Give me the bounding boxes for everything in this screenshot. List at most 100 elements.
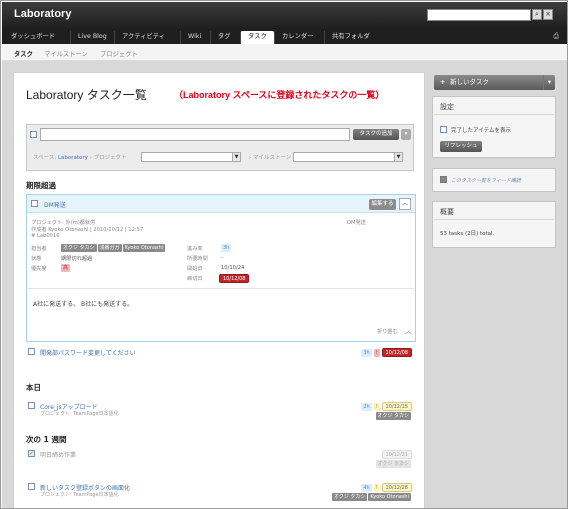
task-created: 作成者 Kyoko Otonashi | 2010/10/12 | 12:57 [31,227,144,233]
add-task-button[interactable]: タスクの追加 [353,129,399,140]
print-icon[interactable]: ⎙ [553,32,559,41]
priority-badge: ! [373,349,380,357]
plus-icon: + [440,78,446,86]
subnav-projects[interactable]: プロジェクト [100,49,138,58]
nav-activity[interactable]: アクティビティ [114,31,172,44]
feed-panel: このタスク一覧をフィード購読 [432,168,556,192]
assignee-tag[interactable]: 浅番ガガ [97,244,122,252]
task-checkbox[interactable] [28,348,35,355]
due-badge: 10/12/15 [381,402,412,411]
start-value: 10/10/24 [221,265,245,271]
nav-live-blog[interactable]: Live Blog [70,31,114,44]
edit-button[interactable]: 編集する [369,199,396,210]
summary-text: 53 tasks (2日) total. [440,231,495,237]
nav-shared-folder[interactable]: 共有フォルダ [324,31,377,44]
nav-dashboard[interactable]: ダッシュボード [4,31,62,44]
subnav-milestones[interactable]: マイルストーン [44,49,88,58]
new-task-checkbox[interactable] [30,131,37,138]
owner-tag[interactable]: オクジ タカシ [375,412,411,420]
task-row: Core_jsアップロード プロジェクト: TeamPage日本語化 2h ! … [26,402,416,426]
search-icon[interactable]: ⌕ [532,9,542,20]
project-label: プロジェクト [93,155,127,161]
task-badges: 2h ! 10/12/15 [361,402,412,411]
status-value: 期限切れ超過 [61,256,93,262]
task-right-title: DM発送 [347,220,366,226]
collapse-icon[interactable]: ︿ [399,198,411,210]
sub-nav: タスク マイルストーン プロジェクト [2,44,567,61]
space-value[interactable]: Laboratory [58,155,88,161]
estimate-label: 所要時間 [187,256,208,262]
progress-badge: 3h [221,244,232,252]
due-badge: 10/12/21 [381,450,412,459]
new-task-input[interactable] [40,128,350,141]
top-header: Laboratory ⌕ × [2,2,567,29]
chevron-down-icon[interactable]: ▾ [543,75,555,90]
feed-icon [440,176,447,183]
expanded-task: DM発送 編集する ︿ プロジェクト: 外(m)都就労 作成者 Kyoko Ot… [26,194,416,342]
milestone-select[interactable]: ▼ [293,152,403,162]
project-select[interactable]: ▼ [141,152,241,162]
priority-label: 優先度 [31,266,47,272]
new-task-button[interactable]: + 新しいタスク ▾ [434,75,555,90]
milestone-label: マイルストーン [252,155,292,161]
nav-wiki[interactable]: Wiki [180,31,208,44]
section-next-week: 次の 1 週間 [26,435,67,444]
due-badge: 10/12/08 [381,348,412,357]
assignee-tag[interactable]: オクジ タカシ [61,244,97,252]
main-nav: ダッシュボード Live Blog アクティビティ Wiki タグ タスク カレ… [2,29,567,44]
section-today: 本日 [26,383,41,392]
page-subtitle: （Laboratory スペースに登録されたタスクの一覧） [174,90,385,100]
chevron-down-icon[interactable]: ▾ [401,129,411,140]
refresh-button[interactable]: リフレッシュ [440,141,482,152]
task-row: 新しいタスク登録ボタンの画面化 プロジェクト: TeamPage日本語化 4h … [26,483,416,507]
subnav-tasks[interactable]: タスク [14,49,33,58]
hours-badge: 2h [361,403,372,411]
app-frame: Laboratory ⌕ × ダッシュボード Live Blog アクティビティ… [0,0,568,509]
task-id: # Lab0016 [31,233,60,239]
status-label: 状態 [31,256,42,262]
task-checkbox[interactable] [31,200,38,207]
feed-link[interactable]: このタスク一覧をフィード購読 [451,177,521,184]
task-row: ✓ 明日締め作業 10/12/21 オクジ タカシ [26,450,416,474]
task-title-link[interactable]: DM発送 [44,200,66,209]
close-icon[interactable]: × [543,9,553,20]
summary-title: 概要 [440,208,454,216]
nav-calendar[interactable]: カレンダー [274,31,320,44]
assignee-label: 担当者 [31,246,47,252]
hours-badge: 4h [361,484,372,492]
task-project: プロジェクト: TeamPage日本語化 [40,411,119,417]
show-completed-label: 完了したアイテムを表示 [451,128,511,134]
task-title-link[interactable]: 開発部パスワード変更してください [40,348,136,357]
priority-badge: ! [373,484,380,492]
task-project: プロジェクト: 外(m)都就労 [31,220,96,226]
owner-tag[interactable]: Kyoko Otonashi [368,493,411,501]
search-input[interactable] [427,9,531,21]
summary-panel: 概要 53 tasks (2日) total. [432,201,556,248]
task-checkbox[interactable] [28,402,35,409]
chevron-up-icon[interactable]: ︿ [405,326,412,336]
task-checkbox-checked[interactable]: ✓ [28,450,35,457]
task-project: プロジェクト: TeamPage日本語化 [40,492,119,498]
task-title[interactable]: 明日締め作業 [40,450,76,459]
new-task-label: 新しいタスク [450,78,489,86]
nav-tags[interactable]: タグ [210,31,238,44]
task-badges: 4h ! 10/12/28 [361,483,412,492]
nav-tasks[interactable]: タスク [240,31,274,44]
task-body: A社に発送する。 B社にも発送する。 [33,301,134,308]
owner-tag[interactable]: オクジ タカシ [331,493,368,501]
task-checkbox[interactable] [28,483,35,490]
owner-tag[interactable]: オクジ タカシ [375,460,411,468]
assignee-tag[interactable]: Kyoko Otonashi [122,244,166,252]
collapse-link[interactable]: 折り畳む [377,328,398,335]
add-task-box: タスクの追加 ▾ スペース: Laboratory › プロジェクト ▼ › マ… [26,124,414,171]
task-row: 開発部パスワード変更してください 3h ! 10/12/08 [26,348,416,372]
page-title: Laboratory タスク一覧 [26,88,147,102]
show-completed-checkbox[interactable] [440,126,447,133]
settings-panel: 設定 完了したアイテムを表示 リフレッシュ [432,96,556,158]
milestone-label-row: › マイルストーン [249,155,292,161]
section-overdue: 期限超過 [26,181,56,190]
start-label: 開始日 [187,266,203,272]
app-title[interactable]: Laboratory [14,8,71,20]
due-badge: 10/12/28 [381,483,412,492]
priority-badge: ! [373,403,380,411]
